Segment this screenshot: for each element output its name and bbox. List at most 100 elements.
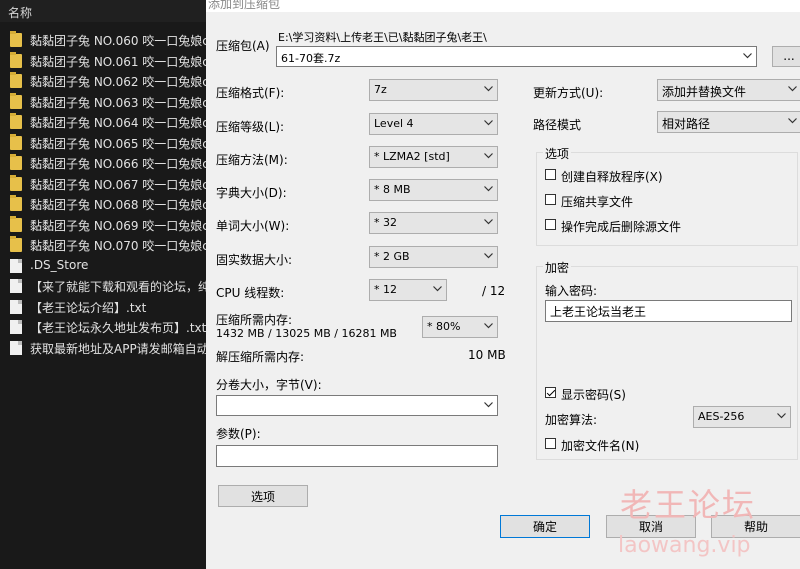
solid-combo[interactable]: * 2 GB xyxy=(369,246,498,268)
chevron-down-icon xyxy=(484,253,493,261)
method-label: 压缩方法(M): xyxy=(216,153,288,167)
update-value: 添加并替换文件 xyxy=(662,85,747,99)
path-mode-combo[interactable]: 相对路径 xyxy=(657,111,800,133)
solid-label: 固实数据大小: xyxy=(216,253,293,267)
word-combo[interactable]: * 32 xyxy=(369,212,498,234)
file-name: .DS_Store xyxy=(30,257,89,272)
split-combo[interactable] xyxy=(216,395,498,416)
folder-row[interactable]: 黏黏团子兔 NO.061 咬一口兔娘c xyxy=(0,51,206,71)
level-label: 压缩等级(L): xyxy=(216,120,285,134)
document-icon xyxy=(10,258,22,273)
format-combo[interactable]: 7z xyxy=(369,79,498,101)
update-combo[interactable]: 添加并替换文件 xyxy=(657,79,800,101)
file-name: 黏黏团子兔 NO.063 咬一口兔娘c xyxy=(30,95,206,110)
cpu-value: * 12 xyxy=(374,283,397,296)
watermark-url: laowang.vip xyxy=(618,533,751,558)
word-value: * 32 xyxy=(374,216,397,229)
file-row[interactable]: 【老王论坛永久地址发布页】.txt xyxy=(0,317,206,337)
folder-row[interactable]: 黏黏团子兔 NO.066 咬一口兔娘c xyxy=(0,153,206,173)
file-name: 获取最新地址及APP请发邮箱自动 xyxy=(30,341,206,356)
chevron-down-icon xyxy=(484,186,493,194)
shared-label: 压缩共享文件 xyxy=(561,195,634,209)
sfx-label: 创建自释放程序(X) xyxy=(561,170,663,184)
password-label: 输入密码: xyxy=(545,284,598,298)
file-name: 黏黏团子兔 NO.065 咬一口兔娘c xyxy=(30,136,206,151)
params-input[interactable] xyxy=(216,445,498,467)
folder-row[interactable]: 黏黏团子兔 NO.070 咬一口兔娘c xyxy=(0,235,206,255)
file-name: 【老王论坛永久地址发布页】.txt xyxy=(30,321,206,335)
file-name: 黏黏团子兔 NO.060 咬一口兔娘c xyxy=(30,34,206,48)
chevron-down-icon xyxy=(484,323,493,331)
solid-value: * 2 GB xyxy=(374,250,410,263)
format-value: 7z xyxy=(374,83,387,96)
dialog-titlebar[interactable]: 添加到压缩包 xyxy=(206,0,800,12)
dict-value: * 8 MB xyxy=(374,183,411,196)
folder-icon xyxy=(10,133,22,150)
path-mode-value: 相对路径 xyxy=(662,117,711,131)
folder-row[interactable]: 黏黏团子兔 NO.062 咬一口兔娘c xyxy=(0,71,206,91)
folder-row[interactable]: 黏黏团子兔 NO.065 咬一口兔娘c xyxy=(0,133,206,153)
file-row[interactable]: .DS_Store xyxy=(0,256,206,276)
folder-row[interactable]: 黏黏团子兔 NO.064 咬一口兔娘c xyxy=(0,112,206,132)
archive-name-value: 61-70套.7z xyxy=(281,52,341,65)
chevron-down-icon xyxy=(484,86,493,94)
file-name: 黏黏团子兔 NO.067 咬一口兔娘c xyxy=(30,177,206,192)
options-group-title: 选项 xyxy=(543,145,572,162)
decompress-memory-value: 10 MB xyxy=(468,348,506,362)
options-button[interactable]: 选项 xyxy=(218,485,308,507)
column-header-label: 名称 xyxy=(8,6,33,20)
encryption-method-label: 加密算法: xyxy=(545,413,598,427)
archive-label: 压缩包(A) xyxy=(216,39,270,53)
encryption-method-value: AES-256 xyxy=(698,410,745,423)
folder-icon xyxy=(10,236,22,252)
method-value: * LZMA2 [std] xyxy=(374,150,450,163)
memory-percent-combo[interactable]: * 80% xyxy=(422,316,498,338)
folder-icon xyxy=(10,215,22,232)
browse-button[interactable]: ... xyxy=(772,46,800,67)
memory-percent-value: * 80% xyxy=(427,320,461,333)
folder-row[interactable]: 黏黏团子兔 NO.069 咬一口兔娘c xyxy=(0,215,206,235)
level-combo[interactable]: Level 4 xyxy=(369,113,498,135)
password-input[interactable]: 上老王论坛当老王 xyxy=(545,300,792,322)
folder-icon xyxy=(10,72,22,88)
checkbox-box-checked xyxy=(545,387,556,398)
ok-button[interactable]: 确定 xyxy=(500,515,590,538)
file-name: 黏黏团子兔 NO.068 咬一口兔娘c xyxy=(30,198,206,212)
decompress-memory-label: 解压缩所需内存: xyxy=(216,350,305,364)
dict-label: 字典大小(D): xyxy=(216,186,287,200)
word-label: 单词大小(W): xyxy=(216,219,290,233)
archive-path-text: E:\学习资料\上传老王\已\黏黏团子兔\老王\ xyxy=(278,31,487,44)
folder-icon xyxy=(10,174,22,191)
document-icon xyxy=(10,340,22,355)
watermark-text: 老王论坛 xyxy=(620,486,757,524)
method-combo[interactable]: * LZMA2 [std] xyxy=(369,146,498,168)
file-name: 黏黏团子兔 NO.062 咬一口兔娘c xyxy=(30,75,206,89)
cpu-combo[interactable]: * 12 xyxy=(369,279,447,301)
chevron-down-icon xyxy=(484,402,493,410)
memory-values: 1432 MB / 13025 MB / 16281 MB xyxy=(216,327,397,340)
document-icon xyxy=(10,299,22,314)
file-row[interactable]: 【来了就能下载和观看的论坛，纯 xyxy=(0,276,206,296)
chevron-down-icon xyxy=(433,286,442,294)
archive-name-combo[interactable]: 61-70套.7z xyxy=(276,46,757,67)
folder-row[interactable]: 黏黏团子兔 NO.063 咬一口兔娘c xyxy=(0,92,206,112)
document-icon xyxy=(10,320,22,334)
folder-row[interactable]: 黏黏团子兔 NO.067 咬一口兔娘c xyxy=(0,174,206,194)
column-header-name[interactable]: 名称 xyxy=(0,0,206,22)
chevron-down-icon xyxy=(484,120,493,128)
folder-row[interactable]: 黏黏团子兔 NO.060 咬一口兔娘c xyxy=(0,30,206,50)
checkbox-box xyxy=(545,194,556,205)
encryption-method-combo[interactable]: AES-256 xyxy=(693,406,791,428)
file-name: 【来了就能下载和观看的论坛，纯 xyxy=(30,280,206,294)
folder-row[interactable]: 黏黏团子兔 NO.068 咬一口兔娘c xyxy=(0,194,206,214)
file-name: 黏黏团子兔 NO.066 咬一口兔娘c xyxy=(30,157,206,171)
file-name: 黏黏团子兔 NO.064 咬一口兔娘c xyxy=(30,116,206,130)
checkbox-box xyxy=(545,438,556,449)
dict-combo[interactable]: * 8 MB xyxy=(369,179,498,201)
format-label: 压缩格式(F): xyxy=(216,86,285,100)
file-row[interactable]: 获取最新地址及APP请发邮箱自动 xyxy=(0,338,206,358)
memory-label: 压缩所需内存: xyxy=(216,313,293,327)
file-name: 黏黏团子兔 NO.070 咬一口兔娘c xyxy=(30,239,206,253)
file-row[interactable]: 【老王论坛介绍】.txt xyxy=(0,297,206,317)
dialog-title: 添加到压缩包 xyxy=(208,0,281,11)
